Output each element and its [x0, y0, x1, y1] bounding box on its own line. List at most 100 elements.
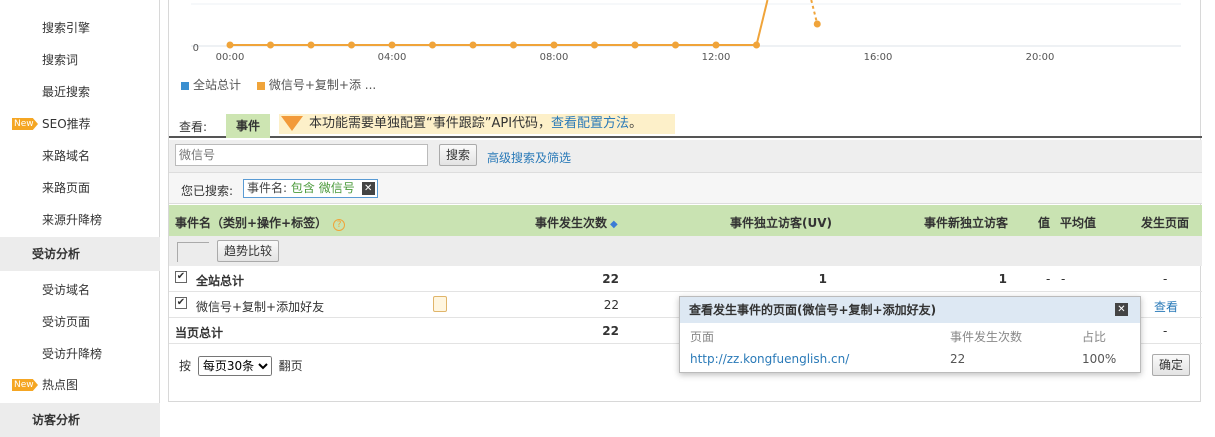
sidebar-item-label: SEO推荐 — [42, 117, 91, 131]
legend-label: 微信号+复制+添 ... — [268, 78, 377, 92]
data-point — [510, 41, 517, 49]
tab-event[interactable]: 事件 — [226, 114, 270, 138]
config-notice: 本功能需要单独配置“事件跟踪”API代码，查看配置方法。 — [279, 114, 675, 134]
sidebar-section-visit[interactable]: 受访分析 — [0, 237, 160, 271]
event-avg: - — [1061, 272, 1066, 286]
row-checkbox[interactable]: ✔ — [175, 271, 187, 283]
section-label: 受访分析 — [32, 247, 81, 261]
notice-end: 。 — [629, 116, 643, 131]
popup-col-page: 页面 — [690, 330, 715, 344]
notice-text: 本功能需要单独配置“事件跟踪”API代码， — [309, 116, 552, 131]
sidebar-item-recent-search[interactable]: 最近搜索 — [0, 76, 160, 108]
popup-page-url[interactable]: http://zz.kongfuenglish.cn/ — [690, 352, 849, 366]
data-point — [388, 41, 396, 49]
sidebar-item-heatmap[interactable]: New 热点图 — [0, 369, 160, 401]
compare-row: 趋势比较 — [169, 236, 1202, 266]
popup-col-ratio: 占比 — [1082, 330, 1107, 344]
search-bar: 搜索 高级搜索及筛选 — [169, 140, 1202, 172]
sidebar-item-visited-page[interactable]: 受访页面 — [0, 306, 160, 338]
x-tick-label: 04:00 — [378, 52, 407, 63]
data-point — [267, 41, 274, 49]
pager-suffix: 翻页 — [278, 359, 303, 373]
legend-swatch — [181, 81, 189, 90]
sidebar-item-seo[interactable]: New SEO推荐 — [0, 108, 160, 140]
data-point — [226, 41, 234, 49]
searched-label: 您已搜索: — [181, 184, 234, 198]
event-page: - — [1163, 324, 1168, 338]
advanced-search-link[interactable]: 高级搜索及筛选 — [487, 149, 571, 166]
event-count: 22 — [602, 324, 619, 338]
clock-icon[interactable] — [433, 296, 447, 312]
event-count: 22 — [603, 298, 619, 312]
data-point — [631, 41, 639, 49]
sidebar-item-search-engine[interactable]: 搜索引擎 — [0, 12, 160, 44]
x-tick-label: 20:00 — [1026, 52, 1055, 63]
trend-compare-button[interactable]: 趋势比较 — [217, 240, 279, 262]
row-checkbox[interactable]: ✔ — [175, 297, 187, 309]
config-method-link[interactable]: 查看配置方法 — [551, 116, 629, 131]
series-line — [755, 0, 769, 46]
table-row: ✔ 全站总计 22 1 1 - - - — [169, 266, 1202, 292]
data-point — [672, 41, 679, 49]
legend-swatch — [256, 81, 265, 90]
event-name: 全站总计 — [196, 274, 245, 288]
sidebar-item-search-terms[interactable]: 搜索词 — [0, 44, 160, 76]
pager-prefix: 按 — [179, 359, 192, 373]
sidebar-item-label: 热点图 — [42, 378, 79, 392]
popup-title: 查看发生事件的页面(微信号+复制+添加好友) — [680, 297, 1140, 323]
header-new-uv: 事件新独立访客 — [924, 216, 1009, 230]
pager: 按 每页30条 翻页 — [179, 356, 303, 376]
close-icon[interactable]: ✕ — [1115, 303, 1128, 316]
sort-icon[interactable]: ◆ — [610, 219, 618, 230]
sidebar-item-label: 搜索引擎 — [42, 21, 91, 35]
sidebar-section-visitor[interactable]: 访客分析 — [0, 403, 160, 437]
event-uv: 1 — [818, 272, 827, 286]
speaker-icon — [281, 116, 303, 131]
event-trend-chart: 0 00:00 04:00 08:00 12:00 16:00 20:00 — [191, 0, 1181, 63]
legend-item-wechat[interactable]: 微信号+复制+添 ... — [256, 78, 377, 92]
x-tick-label: 08:00 — [540, 52, 569, 63]
data-point — [753, 41, 760, 49]
header-event-name: 事件名（类别+操作+标签）? — [175, 214, 346, 231]
filter-tag: 事件名: 包含 微信号 ✕ — [243, 179, 378, 198]
sidebar-item-referrer-page[interactable]: 来路页面 — [0, 172, 160, 204]
sidebar-item-label: 来源升降榜 — [42, 213, 103, 227]
event-name: 当页总计 — [175, 326, 224, 340]
data-point — [307, 41, 315, 49]
sidebar-item-referrer-domain[interactable]: 来路域名 — [0, 140, 160, 172]
view-page-link[interactable]: 查看 — [1154, 298, 1178, 315]
sidebar-item-visited-rank[interactable]: 受访升降榜 — [0, 338, 160, 370]
x-tick-label: 16:00 — [864, 52, 893, 63]
search-input[interactable] — [175, 144, 428, 166]
view-row: 查看: 事件 本功能需要单独配置“事件跟踪”API代码，查看配置方法。 — [169, 112, 1202, 138]
legend-label: 全站总计 — [193, 78, 242, 92]
help-icon[interactable]: ? — [333, 219, 346, 231]
search-button[interactable]: 搜索 — [439, 144, 477, 166]
sidebar-item-label: 最近搜索 — [42, 85, 91, 99]
header-label: 事件名（类别+操作+标签） — [175, 216, 328, 230]
header-avg: 平均值 — [1060, 216, 1097, 230]
sidebar-item-label: 受访页面 — [42, 315, 91, 329]
table-header: 事件名（类别+操作+标签）? 事件发生次数 ◆ 事件独立访客(UV) 事件新独立访… — [169, 205, 1202, 236]
sidebar-item-source-rank[interactable]: 来源升降榜 — [0, 204, 160, 236]
confirm-button[interactable]: 确定 — [1152, 354, 1190, 376]
page-size-select[interactable]: 每页30条 — [197, 356, 272, 376]
event-pages-popup: 查看发生事件的页面(微信号+复制+添加好友) ✕ 页面 事件发生次数 占比 ht… — [679, 296, 1141, 373]
sidebar-item-label: 搜索词 — [42, 53, 79, 67]
legend-item-total[interactable]: 全站总计 — [181, 78, 241, 92]
close-icon[interactable]: ✕ — [361, 182, 375, 195]
data-point — [813, 20, 821, 28]
data-point — [591, 41, 598, 49]
event-name: 微信号+复制+添加好友 — [196, 300, 325, 314]
header-value: 值 — [1038, 216, 1051, 230]
header-uv: 事件独立访客(UV) — [730, 216, 833, 230]
event-new-uv: 1 — [998, 272, 1007, 286]
section-label: 访客分析 — [32, 413, 81, 427]
sidebar-item-label: 受访域名 — [42, 283, 91, 297]
sidebar-item-visited-domain[interactable]: 受访域名 — [0, 274, 160, 306]
event-value: - — [1046, 272, 1051, 286]
filter-tag-prefix: 事件名: — [247, 181, 288, 195]
header-event-count[interactable]: 事件发生次数 ◆ — [535, 214, 618, 231]
sidebar: 搜索引擎 搜索词 最近搜索 New SEO推荐 来路域名 来路页面 来源升降榜 … — [0, 0, 160, 437]
x-ticks: 00:00 04:00 08:00 12:00 16:00 20:00 — [216, 52, 1055, 63]
